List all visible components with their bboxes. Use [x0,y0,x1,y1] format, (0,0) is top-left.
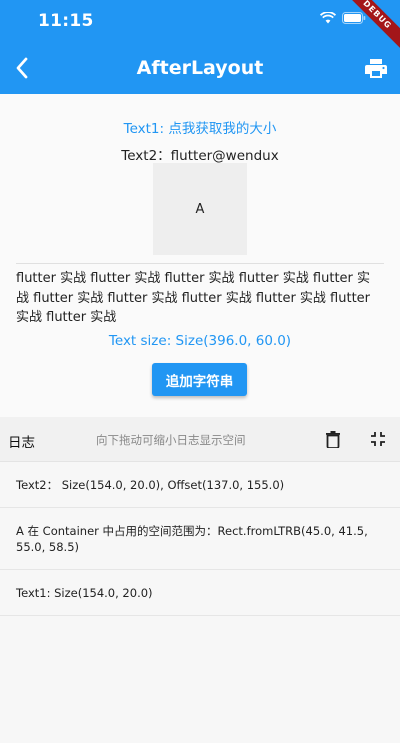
append-string-button[interactable]: 追加字符串 [152,363,247,396]
log-title: 日志 [8,435,35,451]
text-size-label: Text size: Size(396.0, 60.0) [108,333,292,349]
app-bar: 11:15 DEBUG AfterLayout [0,0,400,94]
print-button[interactable] [362,55,390,83]
page-title: AfterLayout [136,57,264,79]
battery-icon [342,12,366,24]
box-a-label: A [195,201,205,217]
box-a: A [153,163,247,255]
log-item: Text1: Size(154.0, 20.0) [0,570,400,616]
debug-banner: DEBUG [340,0,400,52]
divider [16,263,384,264]
log-item: A 在 Container 中占用的空间范围为：Rect.fromLTRB(45… [0,508,400,570]
flutter-paragraph: flutter 实战 flutter 实战 flutter 实战 flutter… [16,271,371,325]
collapse-log-button[interactable] [367,428,389,450]
printer-icon [365,59,387,78]
log-item: Text2： Size(154.0, 20.0), Offset(137.0, … [0,462,400,508]
log-drag-hint: 向下拖动可缩小日志显示空间 [96,433,246,447]
wifi-icon [320,12,336,24]
status-time: 11:15 [38,11,94,31]
log-panel-header[interactable]: 日志 向下拖动可缩小日志显示空间 [0,417,400,462]
status-icons [320,12,366,24]
text2-label: Text2：flutter@wendux [121,148,279,164]
clear-log-button[interactable] [322,428,344,450]
log-list[interactable]: Text2： Size(154.0, 20.0), Offset(137.0, … [0,462,400,743]
fullscreen-exit-icon [371,432,385,446]
trash-icon [326,430,340,448]
text1-label[interactable]: Text1: 点我获取我的大小 [0,117,400,137]
